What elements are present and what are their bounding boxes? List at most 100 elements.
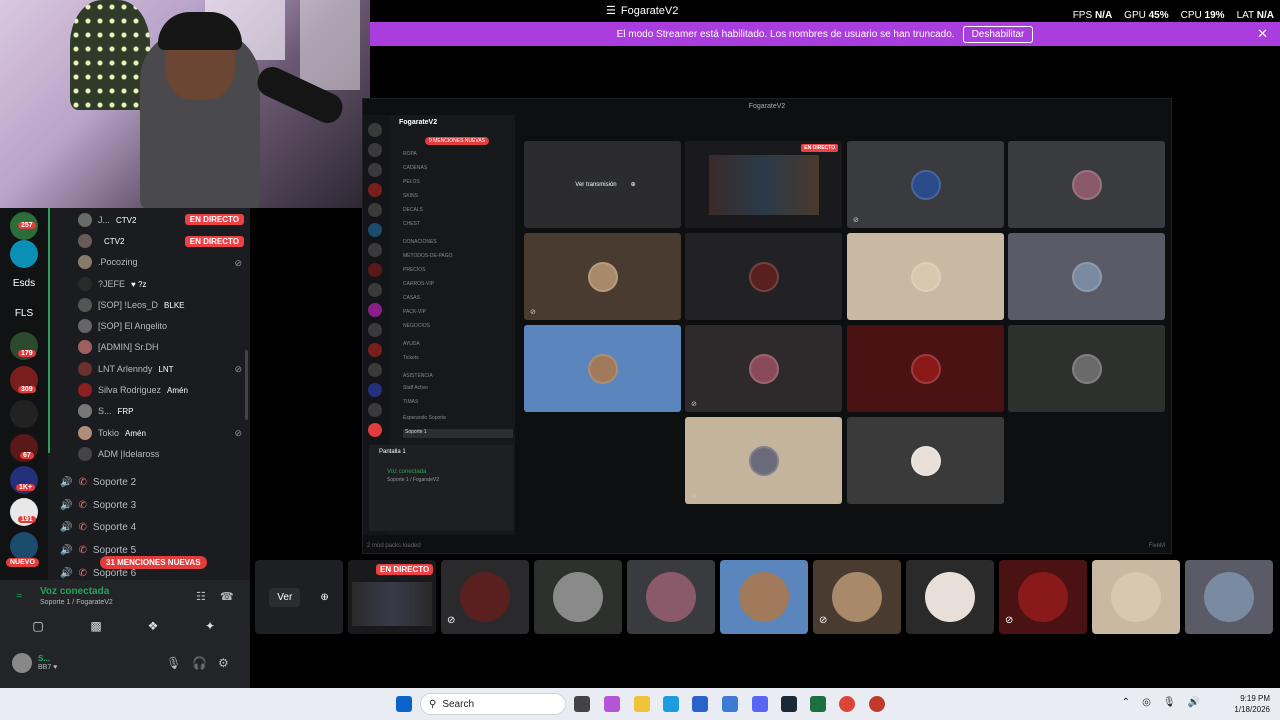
voice-member[interactable]: S... FRP	[78, 401, 248, 421]
server-icon[interactable]	[368, 383, 382, 397]
channel-item[interactable]: TIMAS	[403, 399, 418, 408]
channel-item[interactable]: METODOS-DE-PAGO	[403, 253, 453, 262]
participant-tile[interactable]	[1092, 560, 1180, 634]
live-stream-tile[interactable]: EN DIRECTO	[685, 141, 842, 228]
server-icon[interactable]	[368, 363, 382, 377]
live-stream-tile[interactable]: EN DIRECTO	[348, 560, 436, 634]
channel-category[interactable]: ASISTENCIA	[403, 373, 433, 382]
server-icon[interactable]	[10, 532, 38, 560]
participant-tile[interactable]	[1008, 141, 1165, 228]
voice-channel-soporte-2[interactable]: 🔊 ✆ Soporte 2	[60, 473, 136, 491]
voice-member[interactable]: [SOP] !Leos_D BLKE	[78, 295, 248, 315]
watch-button[interactable]: Ver	[269, 587, 301, 607]
participant-tile[interactable]: ⊘	[685, 417, 842, 504]
channel-item[interactable]: CASAS	[403, 295, 420, 304]
share-screen-icon[interactable]: ▩	[74, 616, 118, 636]
participant-tile[interactable]	[847, 325, 1004, 412]
stream-tile[interactable]: Ver transmisión ⊕	[524, 141, 681, 228]
participant-tile[interactable]	[627, 560, 715, 634]
channel-category[interactable]: AYUDA	[403, 341, 420, 350]
channel-item[interactable]: CARROS-VIP	[403, 281, 434, 290]
disable-streamer-button[interactable]: Deshabilitar	[962, 25, 1034, 43]
watch-stream[interactable]: Ver transmisión ⊕	[569, 178, 636, 191]
channel-category[interactable]: DONACIONES	[403, 239, 437, 248]
channel-item[interactable]: ROPA	[403, 151, 417, 160]
participant-tile[interactable]	[1008, 233, 1165, 320]
participant-tile[interactable]: ⊘	[999, 560, 1087, 634]
task-view-icon[interactable]	[574, 696, 590, 712]
voice-connected-subtitle[interactable]: Soporte 1 / FogarateV2	[40, 599, 113, 606]
channel-item[interactable]: CADENAS	[403, 165, 427, 174]
participant-tile[interactable]	[720, 560, 808, 634]
voice-member[interactable]: .Pocozing	[78, 252, 248, 272]
soundboard-icon[interactable]: ✦	[188, 616, 232, 636]
participant-tile[interactable]	[847, 233, 1004, 320]
participant-tile[interactable]: ⊘	[441, 560, 529, 634]
server-icon[interactable]	[368, 183, 382, 197]
server-icon[interactable]	[368, 423, 382, 437]
zoom-icon[interactable]: ⊕	[631, 181, 636, 188]
app-icon[interactable]	[604, 696, 620, 712]
participant-tile[interactable]: ⊘	[524, 233, 681, 320]
participant-tile[interactable]: ⊘	[813, 560, 901, 634]
embedded-server-name[interactable]: FogarateV2	[399, 119, 437, 126]
chrome-icon[interactable]	[839, 696, 855, 712]
participant-tile[interactable]: ⊘	[847, 141, 1004, 228]
server-icon[interactable]	[368, 323, 382, 337]
channel-item[interactable]: PELOS	[403, 179, 420, 188]
channel-item[interactable]: Staff Activo	[403, 385, 428, 394]
network-icon[interactable]: ◎	[1142, 697, 1151, 708]
channel-item[interactable]: PRECIOS	[403, 267, 426, 276]
server-icon[interactable]	[368, 243, 382, 257]
chevron-up-icon[interactable]: ⌃	[1122, 697, 1130, 708]
voice-member[interactable]: ?JEFE ♥ ?z	[78, 274, 248, 294]
microphone-icon[interactable]: 🎙	[166, 656, 181, 670]
server-icon[interactable]	[10, 240, 38, 268]
server-folder-label[interactable]: FLS	[0, 308, 48, 319]
settings-gear-icon[interactable]: ⚙	[218, 656, 229, 670]
noise-suppression-icon[interactable]: ☷	[196, 590, 206, 603]
server-icon[interactable]	[368, 403, 382, 417]
start-windows-icon[interactable]	[396, 696, 412, 712]
app-icon[interactable]	[722, 696, 738, 712]
store-icon[interactable]	[692, 696, 708, 712]
channel-item-active[interactable]: Soporte 1	[403, 429, 513, 438]
participant-tile[interactable]	[1008, 325, 1165, 412]
server-icon[interactable]	[368, 223, 382, 237]
voice-member[interactable]: [SOP] El Angelito	[78, 316, 248, 336]
server-icon[interactable]	[368, 163, 382, 177]
participant-tile[interactable]	[685, 233, 842, 320]
server-icon[interactable]	[368, 343, 382, 357]
volume-icon[interactable]: 🔊	[1188, 697, 1200, 708]
voice-member[interactable]: ADM |Idelaross	[78, 444, 248, 464]
server-icon[interactable]	[368, 203, 382, 217]
zoom-icon[interactable]: ⊕	[320, 592, 328, 603]
channel-item[interactable]: DECALS	[403, 207, 423, 216]
server-icon[interactable]	[368, 303, 382, 317]
voice-member[interactable]: [ADMIN] Sr.DH	[78, 337, 248, 357]
server-icon[interactable]	[368, 123, 382, 137]
channel-item[interactable]: Tickets	[403, 355, 419, 364]
headphones-icon[interactable]: 🎧	[192, 656, 207, 670]
avatar[interactable]	[12, 653, 32, 673]
file-explorer-icon[interactable]	[634, 696, 650, 712]
participant-tile[interactable]	[524, 325, 681, 412]
voice-channel-soporte-4[interactable]: 🔊 ✆ Soporte 4	[60, 518, 136, 536]
participant-tile[interactable]	[906, 560, 994, 634]
channel-item[interactable]: Esperando Soporte	[403, 415, 446, 424]
camera-off-icon[interactable]: ▢	[16, 616, 60, 636]
app-icon[interactable]	[810, 696, 826, 712]
participant-tile[interactable]	[847, 417, 1004, 504]
server-folder-label[interactable]: Esds	[0, 278, 48, 289]
channel-item[interactable]: CHEST	[403, 221, 420, 230]
disconnect-icon[interactable]: ☎	[220, 590, 234, 603]
voice-member[interactable]: Silva Rodriguez Amén	[78, 380, 248, 400]
taskbar-clock[interactable]: 9:19 PM 1/18/2026	[1234, 693, 1270, 715]
embedded-mention-badge[interactable]: 9 MENCIONES NUEVAS	[425, 137, 490, 145]
voice-channel-soporte-3[interactable]: 🔊 ✆ Soporte 3	[60, 496, 136, 514]
participant-tile[interactable]: ⊘	[685, 325, 842, 412]
new-mentions-badge[interactable]: 31 MENCIONES NUEVAS	[100, 556, 207, 569]
activities-icon[interactable]: ❖	[131, 616, 175, 636]
scrollbar[interactable]	[245, 350, 248, 420]
voice-member[interactable]: LNT Arlenndy LNT	[78, 359, 248, 379]
